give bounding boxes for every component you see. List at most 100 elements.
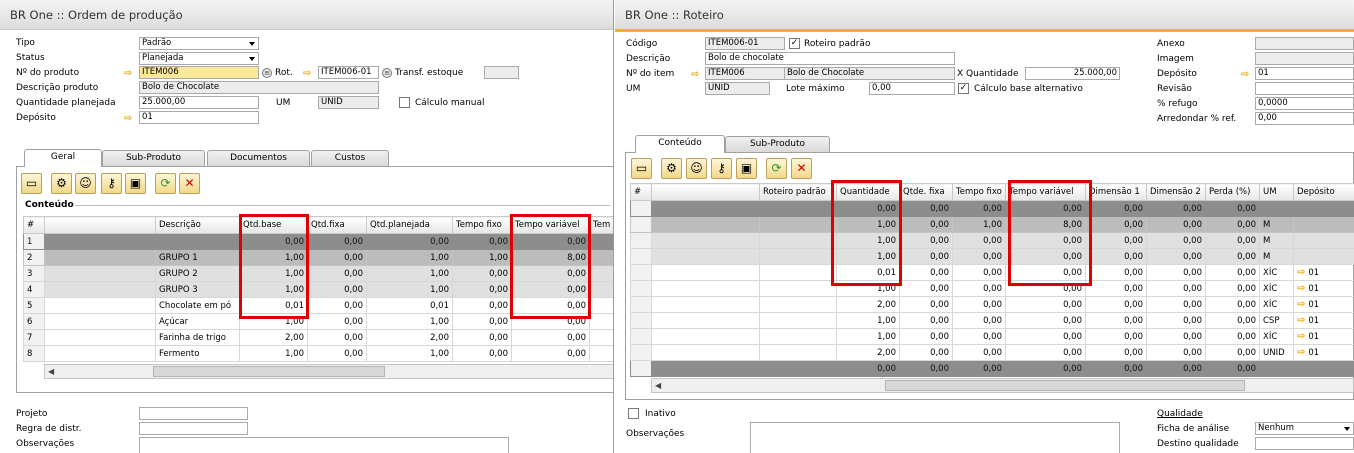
table-cell[interactable]: 0,00 xyxy=(899,280,953,297)
table-cell[interactable] xyxy=(630,232,652,249)
table-cell[interactable]: 0,00 xyxy=(1146,312,1206,329)
table-cell[interactable]: XÍC xyxy=(1259,296,1294,313)
table-cell[interactable] xyxy=(44,265,156,282)
grid-header[interactable]: Qtd.base xyxy=(239,216,308,234)
table-cell[interactable]: 0,00 xyxy=(1005,328,1086,345)
table-cell[interactable]: ⇨ 01 xyxy=(1293,264,1354,281)
table-cell[interactable]: 0,00 xyxy=(1205,232,1260,249)
table-cell[interactable]: 0,00 xyxy=(1205,200,1260,217)
table-row[interactable]: 1,00 0,00 0,00 0,00 0,00 0,00 0,00 XÍC ⇨ 01 xyxy=(630,280,1354,297)
table-cell[interactable]: 0,00 xyxy=(452,297,512,314)
table-cell[interactable]: 1,00 xyxy=(239,249,308,266)
table-cell[interactable]: 0,00 xyxy=(899,328,953,345)
link-arrow-icon[interactable]: ⇨ xyxy=(1241,70,1252,80)
grid-header[interactable]: Qtde. fixa xyxy=(899,183,953,201)
table-cell[interactable]: 0,00 xyxy=(511,281,590,298)
gear-icon[interactable]: ⚙ xyxy=(661,158,682,179)
table-cell[interactable]: 0,00 xyxy=(511,329,590,346)
lote-maximo-field[interactable]: 0,00 xyxy=(869,82,955,95)
link-arrow-icon[interactable]: ⇨ xyxy=(124,69,135,79)
scrollbar-thumb[interactable] xyxy=(153,366,385,377)
grid-header[interactable]: # xyxy=(630,183,652,201)
table-cell[interactable] xyxy=(759,280,837,297)
table-cell[interactable]: 1,00 xyxy=(239,313,308,330)
table-cell[interactable] xyxy=(759,344,837,361)
table-cell[interactable] xyxy=(651,232,760,249)
table-cell[interactable] xyxy=(589,345,613,362)
table-cell[interactable] xyxy=(651,200,760,217)
table-cell[interactable]: M xyxy=(1259,248,1294,265)
key-icon[interactable]: ⚷ xyxy=(711,158,732,179)
table-cell[interactable] xyxy=(759,216,837,233)
grid-header[interactable]: Tempo variável xyxy=(1005,183,1086,201)
table-cell[interactable] xyxy=(630,280,652,297)
table-cell[interactable]: 0,00 xyxy=(452,265,512,282)
table-cell[interactable]: 0,00 xyxy=(1005,200,1086,217)
table-cell[interactable]: 0,00 xyxy=(899,360,953,377)
table-cell[interactable]: 0,00 xyxy=(452,233,512,250)
grid-header[interactable]: # xyxy=(23,216,45,234)
table-cell[interactable]: 0,01 xyxy=(239,297,308,314)
table-cell[interactable]: 1,00 xyxy=(366,281,453,298)
grid-header[interactable]: Dimensão 2 xyxy=(1146,183,1206,201)
tab-custos[interactable]: Custos xyxy=(311,150,389,167)
grid-header[interactable] xyxy=(44,216,156,234)
table-cell[interactable]: ⇨ 01 xyxy=(1293,280,1354,297)
delete-icon[interactable]: ✕ xyxy=(791,158,812,179)
window-titlebar[interactable]: BR One :: Roteiro xyxy=(615,0,1354,32)
table-cell[interactable]: 0,00 xyxy=(452,345,512,362)
table-cell[interactable]: 0,00 xyxy=(952,360,1006,377)
key-icon[interactable]: ⚷ xyxy=(101,173,122,194)
table-cell[interactable]: 0,00 xyxy=(1085,344,1147,361)
table-cell[interactable]: 0,00 xyxy=(1205,360,1260,377)
table-row[interactable]: 6 Açúcar 1,00 0,00 1,00 0,00 0,00 xyxy=(23,313,613,330)
table-row[interactable]: 2,00 0,00 0,00 0,00 0,00 0,00 0,00 XÍC ⇨ 01 xyxy=(630,296,1354,313)
table-cell[interactable]: 0,00 xyxy=(307,345,367,362)
table-cell[interactable]: 6 xyxy=(23,313,45,330)
inativo-checkbox[interactable] xyxy=(628,408,639,419)
table-cell[interactable] xyxy=(630,328,652,345)
table-cell[interactable]: 0,01 xyxy=(836,264,900,281)
folder-open-icon[interactable]: ▭ xyxy=(631,158,652,179)
table-row[interactable]: 3 GRUPO 2 1,00 0,00 1,00 0,00 0,00 xyxy=(23,265,613,282)
link-arrow-icon[interactable]: ⇨ xyxy=(1297,331,1305,342)
table-cell[interactable] xyxy=(1293,232,1354,249)
table-cell[interactable] xyxy=(1259,360,1294,377)
table-cell[interactable] xyxy=(1293,248,1354,265)
calc-base-alt-checkbox[interactable]: ✓ xyxy=(958,83,969,94)
table-cell[interactable]: 0,00 xyxy=(952,344,1006,361)
table-cell[interactable] xyxy=(651,344,760,361)
link-arrow-icon[interactable]: ⇨ xyxy=(1297,347,1305,358)
grid-header[interactable]: Tempo variável xyxy=(511,216,590,234)
table-cell[interactable] xyxy=(155,233,240,250)
table-cell[interactable] xyxy=(1259,200,1294,217)
table-cell[interactable] xyxy=(589,297,613,314)
refresh-icon[interactable]: ⟳ xyxy=(766,158,787,179)
grid-header[interactable]: Tempo fixo xyxy=(952,183,1006,201)
table-cell[interactable]: 0,00 xyxy=(307,313,367,330)
horizontal-scrollbar[interactable]: ◀ xyxy=(651,378,1354,393)
table-cell[interactable]: 0,00 xyxy=(1146,264,1206,281)
table-cell[interactable]: 0,00 xyxy=(452,281,512,298)
observacoes-textarea[interactable] xyxy=(139,437,509,453)
table-cell[interactable]: 0,00 xyxy=(511,345,590,362)
table-cell[interactable]: 0,00 xyxy=(511,297,590,314)
table-cell[interactable] xyxy=(759,360,837,377)
table-cell[interactable]: 0,00 xyxy=(952,312,1006,329)
scrollbar-thumb[interactable] xyxy=(885,380,1245,391)
table-cell[interactable]: 0,00 xyxy=(1085,216,1147,233)
tab-sub-produto[interactable]: Sub-Produto xyxy=(725,136,830,153)
table-cell[interactable]: M xyxy=(1259,216,1294,233)
table-cell[interactable]: 0,00 xyxy=(836,200,900,217)
table-row[interactable]: 2,00 0,00 0,00 0,00 0,00 0,00 0,00 UNID ⇨ 01 xyxy=(630,344,1354,361)
table-cell[interactable] xyxy=(630,312,652,329)
table-cell[interactable]: 0,00 xyxy=(952,232,1006,249)
table-cell[interactable]: 0,00 xyxy=(452,313,512,330)
scroll-left-icon[interactable]: ◀ xyxy=(48,367,54,376)
table-cell[interactable]: 0,00 xyxy=(1085,360,1147,377)
table-cell[interactable]: XÍC xyxy=(1259,328,1294,345)
table-cell[interactable]: 1,00 xyxy=(952,216,1006,233)
rot-field[interactable]: ITEM006-01 xyxy=(318,66,379,79)
table-cell[interactable]: 1,00 xyxy=(239,265,308,282)
table-cell[interactable]: 0,00 xyxy=(1146,280,1206,297)
